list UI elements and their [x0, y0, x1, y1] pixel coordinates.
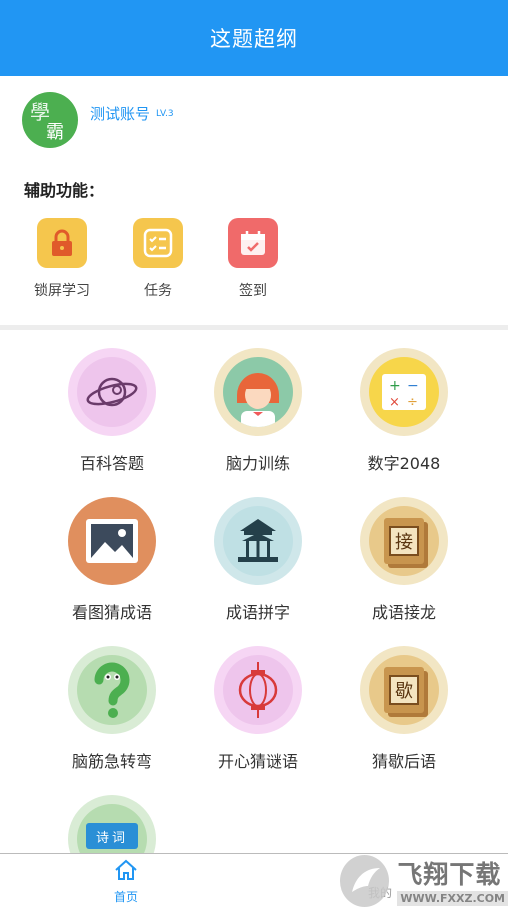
icon-ring: [68, 646, 156, 734]
game-brain-teaser[interactable]: 脑筋急转弯: [47, 646, 177, 772]
girl-avatar-icon: [223, 357, 293, 427]
game-xiehouyu[interactable]: 歇 猜歇后语: [339, 646, 469, 772]
watermark-logo-icon: [340, 854, 390, 907]
game-label: 百科答题: [79, 454, 144, 473]
game-label: 看图猜成语: [71, 603, 152, 622]
tab-home[interactable]: 首页: [86, 858, 166, 905]
avatar-char: 霸: [46, 122, 64, 143]
book-cover: 接: [384, 518, 424, 564]
username: 测试账号 LV.3: [90, 103, 174, 124]
watermark-url: WWW.FXXZ.COM: [397, 891, 508, 906]
level-badge: LV.3: [156, 109, 174, 119]
profile-header[interactable]: 學 霸 测试账号 LV.3: [22, 92, 174, 148]
game-label: 脑力训练: [225, 454, 290, 473]
game-riddles[interactable]: 开心猜谜语: [193, 646, 323, 772]
calendar-icon: [228, 218, 278, 268]
svg-text:×: ×: [389, 395, 400, 410]
icon-ring: [68, 497, 156, 585]
task-list-icon: [133, 218, 183, 268]
aux-section-title: 辅助功能：: [24, 181, 105, 200]
username-text: 测试账号: [90, 104, 151, 123]
svg-text:+: +: [389, 378, 401, 394]
aux-item-lock-study[interactable]: 锁屏学习: [22, 218, 102, 300]
lantern-icon: [223, 655, 293, 725]
lock-icon: [37, 218, 87, 268]
book-xie-icon: 歇: [369, 655, 439, 725]
page-title: 这题超纲: [210, 27, 298, 51]
book-cover: 歇: [384, 667, 424, 713]
book-char: 接: [389, 526, 419, 556]
icon-ring: [214, 348, 302, 436]
game-label: 成语拼字: [225, 603, 290, 622]
game-idiom-chain[interactable]: 接 成语接龙: [339, 497, 469, 623]
game-brain-training[interactable]: 脑力训练: [193, 348, 323, 474]
pavilion-icon: [223, 506, 293, 576]
svg-text:÷: ÷: [407, 395, 418, 410]
math-operators-icon: + − × ÷: [369, 357, 439, 427]
game-baike-quiz[interactable]: 百科答题: [47, 348, 177, 474]
game-picture-idiom[interactable]: 看图猜成语: [47, 497, 177, 623]
game-label: 开心猜谜语: [217, 752, 298, 771]
icon-ring: + − × ÷: [360, 348, 448, 436]
icon-ring: [68, 348, 156, 436]
avatar[interactable]: 學 霸: [22, 92, 78, 148]
game-number-2048[interactable]: + − × ÷ 数字2048: [339, 348, 469, 474]
planet-icon: [77, 357, 147, 427]
home-icon: [115, 859, 137, 880]
icon-ring: [214, 497, 302, 585]
icon-ring: [214, 646, 302, 734]
svg-text:−: −: [407, 378, 419, 394]
aux-item-label: 锁屏学习: [34, 283, 90, 299]
picture-icon: [77, 506, 147, 576]
book-char: 诗词: [86, 823, 138, 849]
aux-item-label: 签到: [239, 283, 267, 299]
icon-ring: 接: [360, 497, 448, 585]
watermark-text: 飞翔下载 WWW.FXXZ.COM: [397, 855, 508, 906]
watermark-brand: 飞翔下载: [397, 860, 502, 889]
book-char: 歇: [389, 675, 419, 705]
aux-item-label: 任务: [144, 283, 172, 299]
watermark: 飞翔下载 WWW.FXXZ.COM: [340, 852, 508, 909]
icon-ring: 歇: [360, 646, 448, 734]
aux-item-checkin[interactable]: 签到: [213, 218, 293, 300]
aux-item-tasks[interactable]: 任务: [118, 218, 198, 300]
game-label: 脑筋急转弯: [71, 752, 152, 771]
question-mark-icon: [77, 655, 147, 725]
game-idiom-spelling[interactable]: 成语拼字: [193, 497, 323, 623]
book-jie-icon: 接: [369, 506, 439, 576]
app-bar: 这题超纲: [0, 0, 508, 76]
game-label: 数字2048: [367, 454, 441, 473]
game-label: 猜歇后语: [371, 752, 436, 771]
section-divider: [0, 325, 508, 330]
game-label: 成语接龙: [371, 603, 436, 622]
tab-label: 首页: [113, 890, 138, 904]
